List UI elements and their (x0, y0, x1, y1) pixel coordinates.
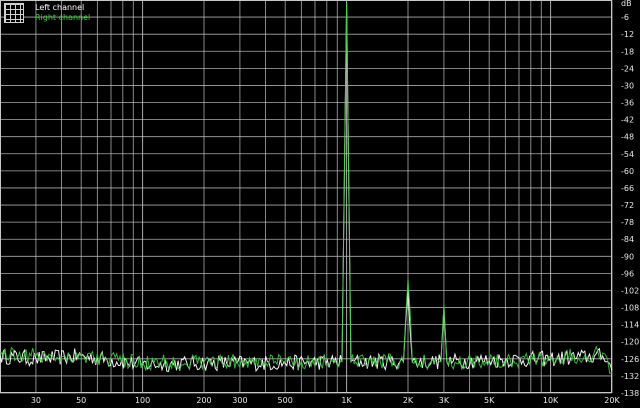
y-tick-label: -120 (621, 338, 639, 347)
y-tick-label: -18 (621, 47, 634, 56)
y-tick-label: -6 (621, 13, 629, 22)
x-tick-label: 50 (76, 396, 86, 405)
y-tick-label: -114 (621, 321, 639, 330)
legend-left-channel: Left channel (35, 3, 85, 12)
y-tick-label: -132 (621, 372, 639, 381)
grid-icon (4, 3, 24, 23)
y-tick-label: -108 (621, 304, 639, 313)
y-tick-label: -12 (621, 30, 634, 39)
x-tick-label: 30 (31, 396, 41, 405)
y-tick-label: -90 (621, 252, 634, 261)
y-tick-label: -138 (621, 389, 639, 398)
y-tick-label: -36 (621, 99, 634, 108)
y-tick-label: dB (621, 0, 632, 8)
x-tick-label: 10K (543, 396, 559, 405)
y-tick-label: -48 (621, 133, 634, 142)
plot-background (0, 0, 640, 408)
spectrum-plot: dB -6 -12 -18 -24 -30 -36 -42 -48 -54 -60 -66 -72 -78… (0, 0, 640, 408)
y-tick-label: -84 (621, 235, 634, 244)
x-tick-label: 100 (135, 396, 150, 405)
x-tick-label: 500 (278, 396, 293, 405)
y-tick-label: -42 (621, 116, 634, 125)
x-tick-label: 2K (403, 396, 414, 405)
y-tick-label: -126 (621, 355, 639, 364)
x-tick-label: 300 (232, 396, 247, 405)
y-tick-label: -102 (621, 286, 639, 295)
x-tick-label: 1K (341, 396, 352, 405)
y-tick-label: -66 (621, 184, 634, 193)
x-tick-label: 5K (484, 396, 495, 405)
y-tick-label: -72 (621, 201, 634, 210)
y-tick-label: -96 (621, 269, 634, 278)
y-tick-label: -30 (621, 81, 634, 90)
x-tick-label: 20K (604, 396, 620, 405)
x-tick-label: 200 (196, 396, 211, 405)
y-tick-label: -78 (621, 218, 634, 227)
x-tick-label: 3K (439, 396, 450, 405)
legend-right-channel: Right channel (35, 13, 91, 22)
y-tick-label: -54 (621, 150, 634, 159)
y-tick-label: -60 (621, 167, 634, 176)
y-tick-label: -24 (621, 64, 634, 73)
